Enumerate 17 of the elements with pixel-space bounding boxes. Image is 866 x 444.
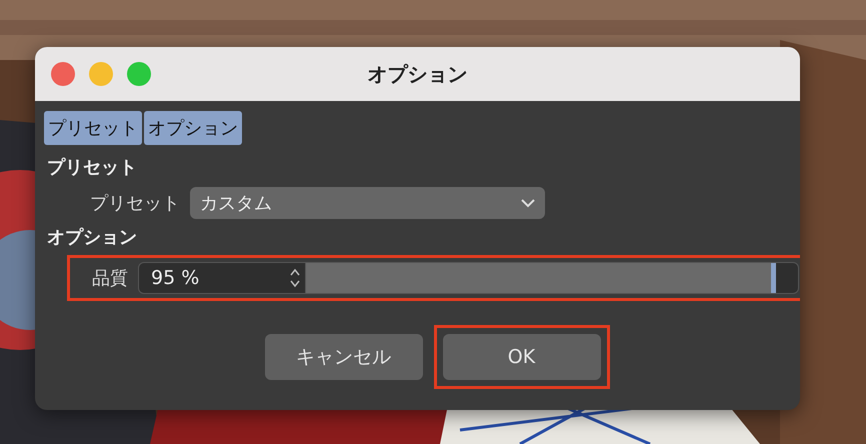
tab[interactable]: プリセット xyxy=(44,111,142,145)
window-title: オプション xyxy=(368,60,468,88)
cancel-button[interactable]: キャンセル xyxy=(264,334,422,380)
stepper-icon xyxy=(289,267,301,289)
field-label: プリセット xyxy=(90,192,180,215)
minimize-icon[interactable] xyxy=(89,62,113,86)
section-heading: プリセット xyxy=(47,156,138,179)
quality-spinbox[interactable]: 95 % xyxy=(138,262,306,294)
ok-button[interactable]: OK xyxy=(442,334,600,380)
chevron-icon xyxy=(521,198,535,208)
slider-handle[interactable] xyxy=(771,263,776,293)
section-heading: オプション xyxy=(47,226,138,249)
zoom-icon[interactable] xyxy=(127,62,151,86)
close-icon[interactable] xyxy=(51,62,75,86)
tab[interactable]: オプション xyxy=(144,111,242,145)
field-label: 品質 xyxy=(92,267,128,290)
preset-dropdown[interactable]: カスタム xyxy=(190,187,545,219)
